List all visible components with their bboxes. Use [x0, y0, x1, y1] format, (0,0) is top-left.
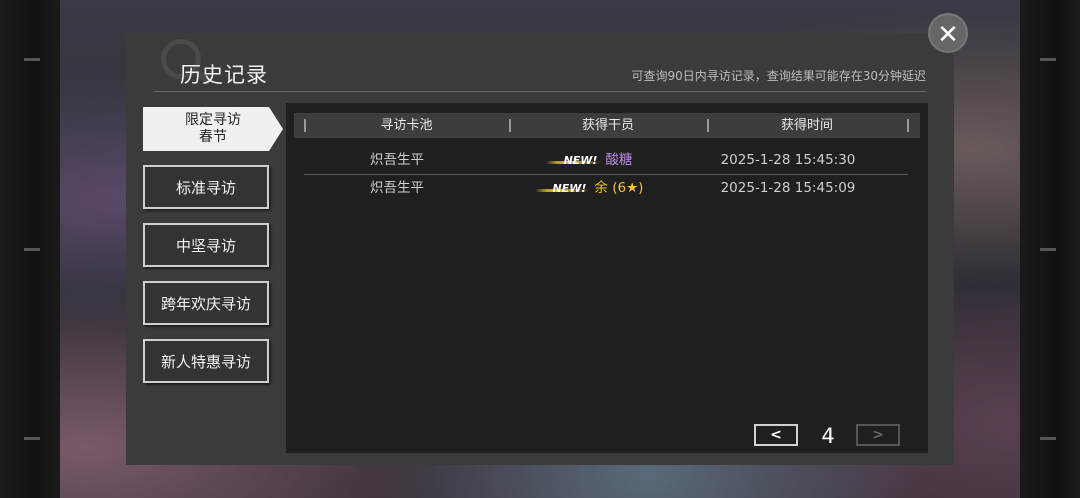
records-panel: 寻访卡池 获得干员 获得时间 炽吾生平 NEW! 酸糖 2025-1-28 15:…: [286, 103, 928, 453]
cell-operator: NEW! 余 (6★): [490, 175, 688, 202]
prev-page-button[interactable]: <: [754, 424, 798, 446]
title-divider: [154, 91, 926, 92]
tab-newbie[interactable]: 新人特惠寻访: [143, 339, 269, 383]
operator-name: 酸糖: [605, 152, 633, 168]
tab-limited-spring[interactable]: 限定寻访 春节: [143, 107, 283, 151]
header-operator: 获得干员: [581, 118, 634, 133]
dash-decor: [24, 248, 40, 251]
tab-label: 新人特惠寻访: [160, 352, 251, 371]
tab-label: 中坚寻访: [175, 236, 236, 255]
header-pool: 寻访卡池: [380, 118, 433, 133]
table-row: 炽吾生平 NEW! 余 (6★) 2025-1-28 15:45:09: [304, 175, 908, 202]
next-page-button[interactable]: >: [856, 424, 900, 446]
dash-decor: [1040, 58, 1056, 61]
table-header: 寻访卡池 获得干员 获得时间: [294, 113, 920, 138]
cell-time: 2025-1-28 15:45:09: [720, 180, 856, 196]
tab-label: 限定寻访 春节: [185, 112, 241, 145]
close-button[interactable]: ✕: [928, 13, 968, 53]
dialog-subtitle: 可查询90日内寻访记录，查询结果可能存在30分钟延迟: [631, 69, 926, 83]
tab-new-year[interactable]: 跨年欢庆寻访: [143, 281, 269, 325]
dash-decor: [24, 437, 40, 440]
page-number: 4: [821, 424, 835, 448]
header-time: 获得时间: [780, 118, 833, 133]
chevron-left-icon: <: [770, 427, 782, 443]
cell-operator: NEW! 酸糖: [490, 147, 688, 174]
cell-pool: 炽吾生平: [370, 180, 424, 196]
operator-name: 余 (6★): [594, 180, 644, 196]
cell-pool: 炽吾生平: [370, 152, 424, 168]
dash-decor: [1040, 437, 1056, 440]
tab-label: 跨年欢庆寻访: [160, 294, 251, 313]
tab-standard[interactable]: 标准寻访: [143, 165, 269, 209]
tab-label: 标准寻访: [175, 178, 236, 197]
cell-time: 2025-1-28 15:45:30: [720, 152, 856, 168]
table-row: 炽吾生平 NEW! 酸糖 2025-1-28 15:45:30: [304, 147, 908, 175]
tab-core[interactable]: 中坚寻访: [143, 223, 269, 267]
left-side-bar: [0, 0, 60, 498]
new-badge: NEW!: [545, 147, 602, 174]
right-side-bar: [1020, 0, 1080, 498]
close-icon: ✕: [937, 20, 959, 50]
header-separator: [907, 119, 909, 132]
new-badge: NEW!: [534, 175, 591, 202]
dialog-title: 历史记录: [180, 63, 268, 87]
chevron-right-icon: >: [872, 427, 884, 443]
dash-decor: [1040, 248, 1056, 251]
dash-decor: [24, 58, 40, 61]
